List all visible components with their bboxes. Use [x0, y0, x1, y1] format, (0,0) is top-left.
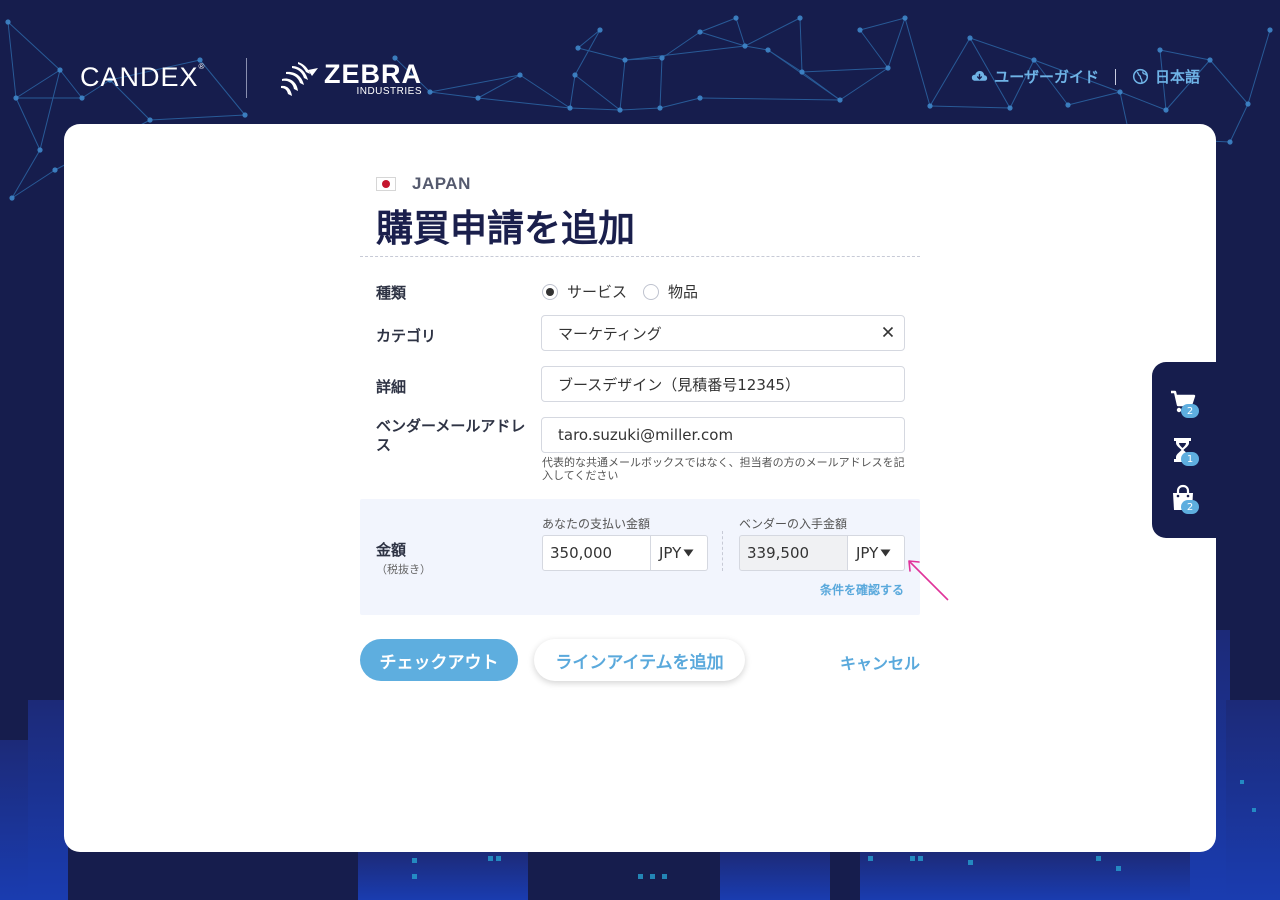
cancel-link[interactable]: キャンセル: [840, 650, 920, 674]
checkout-button[interactable]: チェックアウト: [360, 639, 518, 681]
country-indicator: JAPAN: [376, 174, 471, 194]
cloud-download-icon: [972, 70, 988, 81]
vendor-email-input[interactable]: taro.suzuki@miller.com: [541, 417, 905, 453]
user-guide-link[interactable]: ユーザーガイド: [971, 66, 1099, 87]
type-option-goods-label: 物品: [668, 283, 699, 301]
type-radio-group: サービス 物品: [542, 281, 714, 302]
details-value: ブースデザイン（見積番号12345）: [558, 375, 800, 394]
cart-button[interactable]: 2: [1169, 388, 1201, 420]
review-terms-link[interactable]: 条件を確認する: [820, 581, 904, 598]
purchase-request-card: JAPAN 購買申請を追加 種類 サービス 物品 カテゴリ マーケティング 詳細: [64, 124, 1216, 852]
header-links: ユーザーガイド 日本語: [971, 66, 1200, 87]
logo-divider: [246, 58, 247, 98]
japan-flag-icon: [376, 177, 396, 191]
details-input[interactable]: ブースデザイン（見積番号12345）: [541, 366, 905, 402]
orders-button[interactable]: 2: [1169, 484, 1201, 516]
zebra-head-icon: [281, 62, 318, 96]
details-label: 詳細: [376, 378, 407, 396]
payer-currency-select[interactable]: JPY: [651, 535, 708, 571]
pending-button[interactable]: 1: [1169, 436, 1201, 468]
vendor-currency-select[interactable]: JPY: [848, 535, 905, 571]
amount-section: 金額 （税抜き） あなたの支払い金額 350,000 JPY ベンダーの入手金額…: [360, 499, 920, 615]
category-label: カテゴリ: [376, 327, 437, 345]
page-title: 購買申請を追加: [376, 207, 635, 250]
vendor-amount-label: ベンダーの入手金額: [739, 517, 848, 531]
vendor-email-value: taro.suzuki@miller.com: [558, 426, 734, 444]
annotation-arrow-icon: [908, 560, 949, 601]
amount-label: 金額: [376, 541, 407, 559]
add-line-item-button[interactable]: ラインアイテムを追加: [534, 639, 745, 681]
cart-count-badge: 2: [1181, 404, 1199, 418]
globe-icon: [1132, 68, 1149, 85]
vendor-amount-group: 339,500 JPY: [739, 535, 905, 571]
pending-count-badge: 1: [1181, 452, 1199, 466]
category-select[interactable]: マーケティング: [541, 315, 905, 351]
type-option-service-label: サービス: [567, 283, 628, 301]
vendor-amount-value: 339,500: [739, 535, 848, 571]
type-radio-service[interactable]: サービス: [542, 281, 627, 302]
user-guide-label: ユーザーガイド: [994, 68, 1099, 86]
payer-amount-input[interactable]: 350,000: [542, 535, 651, 571]
type-radio-goods[interactable]: 物品: [643, 281, 698, 302]
candex-logo[interactable]: CANDEX®: [80, 62, 205, 93]
header-link-separator: [1114, 68, 1116, 85]
clear-icon[interactable]: [880, 324, 896, 340]
vendor-email-help: 代表的な共通メールボックスではなく、担当者の方のメールアドレスを記入してください: [542, 456, 905, 482]
payer-amount-group: 350,000 JPY: [542, 535, 708, 571]
vendor-email-label: ベンダーメールアドレス: [376, 417, 526, 454]
side-panel: 2 1 2: [1152, 362, 1216, 538]
top-header: CANDEX® ZEBRA INDUSTRIES ユーザーガイド 日本語: [0, 0, 1280, 120]
radio-selected-icon: [542, 283, 558, 300]
caret-down-icon: [880, 549, 891, 557]
radio-unselected-icon: [643, 283, 660, 300]
vendor-currency-value: JPY: [856, 544, 879, 562]
country-name: JAPAN: [412, 174, 471, 193]
language-label: 日本語: [1154, 68, 1200, 86]
amount-tax-note: （税抜き）: [376, 563, 431, 576]
title-divider: [360, 256, 920, 257]
zebra-brand-name: ZEBRA: [324, 59, 422, 89]
caret-down-icon: [683, 549, 694, 557]
zebra-logo: ZEBRA INDUSTRIES: [278, 58, 422, 100]
type-label: 種類: [376, 284, 407, 302]
orders-count-badge: 2: [1181, 500, 1199, 514]
payer-amount-label: あなたの支払い金額: [542, 517, 651, 531]
amount-divider: [722, 531, 723, 571]
payer-currency-value: JPY: [659, 544, 682, 562]
category-value: マーケティング: [558, 324, 662, 343]
language-selector[interactable]: 日本語: [1132, 66, 1200, 87]
